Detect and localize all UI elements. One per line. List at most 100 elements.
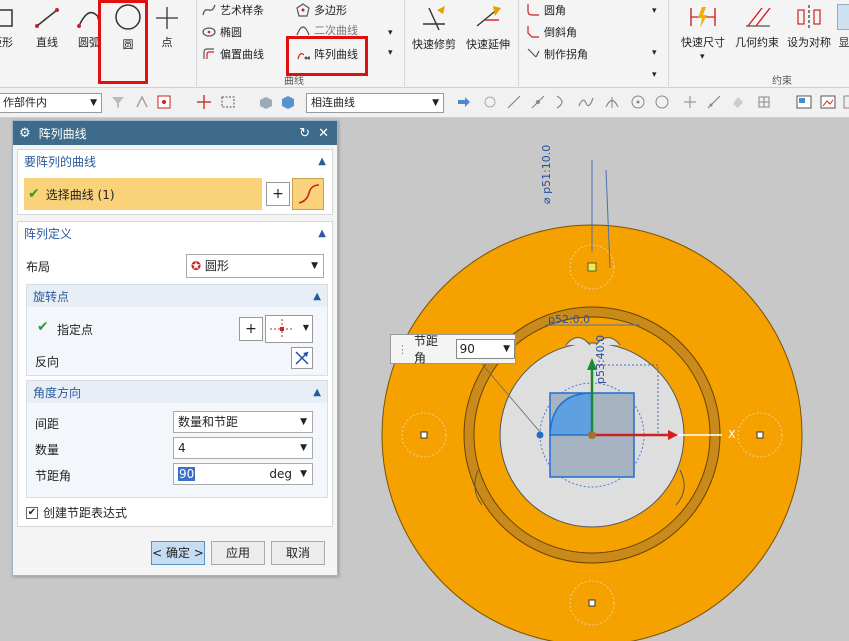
point-type-icon [270,319,294,339]
spline-group-expand[interactable]: ▾ [388,48,393,58]
add-selection-button[interactable]: + [266,182,290,206]
chevron-up-icon[interactable]: ▲ [313,291,321,302]
gear-icon[interactable]: ⚙ [19,126,31,141]
point-dialog-button[interactable]: + [239,317,263,341]
create-expression-row[interactable]: ✔ 创建节距表达式 [26,504,127,521]
cube-icon[interactable] [280,94,296,110]
snap-end-icon[interactable] [482,94,498,110]
snap-mid-icon[interactable] [530,94,546,110]
more-icon[interactable] [842,94,849,110]
chevron-up-icon[interactable]: ▲ [318,228,326,239]
chevron-up-icon[interactable]: ▲ [318,156,326,167]
curve-rule-value: 相连曲线 [311,96,355,109]
plus-cursor-icon: + [272,186,284,202]
dimension-p53-label[interactable]: p53:40.0 [594,335,607,384]
pattern-section-header[interactable]: 阵列定义 ▲ [18,222,332,244]
offset-curve-button[interactable]: 偏置曲线 [202,46,264,62]
quick-dimension-dropdown[interactable]: ▾ [700,52,705,62]
snap-cross-icon[interactable] [682,94,698,110]
fillet-button[interactable]: 圆角 [526,2,566,18]
pitch-angle-input[interactable]: 90 deg ▼ [173,463,313,485]
reset-icon[interactable]: ↻ [299,126,310,141]
snap-circle-icon[interactable] [654,94,670,110]
snap-center-icon[interactable] [630,94,646,110]
rotation-point-header[interactable]: 旋转点 ▲ [27,285,327,307]
snap-curve-icon[interactable] [578,94,594,110]
curves-section-header[interactable]: 要阵列的曲线 ▲ [18,150,332,172]
point-button[interactable]: 点 [152,6,182,50]
angle-direction-header[interactable]: 角度方向 ▲ [27,381,327,403]
dialog-title-bar[interactable]: ⚙ 阵列曲线 ↻ ✕ [13,121,337,145]
box-select-icon[interactable] [220,94,236,110]
angle-direction-subsection: 角度方向 ▲ 间距 数量和节距 ▼ 数量 4 ▼ 节距角 90 deg ▼ [26,380,328,498]
snap-line-icon[interactable] [506,94,522,110]
ok-button[interactable]: < 确定 > [151,541,205,565]
layout-select[interactable]: ✪ 圆形 ▼ [186,254,324,278]
curve-group-label: 曲线 [284,76,304,87]
close-icon[interactable]: ✕ [318,126,329,141]
line-icon [35,8,59,28]
art-spline-button[interactable]: 艺术样条 [202,2,264,18]
quick-extend-button[interactable]: 快速延伸 [462,4,514,52]
spline-group-more[interactable]: ▾ [388,28,393,38]
select-point-icon[interactable] [156,94,172,110]
crosshair-icon[interactable] [196,94,212,110]
quick-trim-button[interactable]: 快速修剪 [408,4,460,52]
curve-type-button[interactable] [292,178,324,210]
set-symmetric-label: 设为对称 [787,36,831,49]
line-label: 直线 [36,36,58,49]
view-icon[interactable] [796,94,812,110]
ellipse-label: 椭圆 [220,26,242,39]
pitch-popup-input[interactable]: 90 ▼ [455,339,515,359]
ellipse-button[interactable]: 椭圆 [202,24,242,40]
arrow-right-icon[interactable] [456,94,472,110]
dimension-p52-label[interactable]: p52:0.0 [548,313,590,326]
create-expression-checkbox[interactable]: ✔ [26,506,38,519]
hole-center-bottom [588,599,596,607]
snap-face-icon[interactable] [730,94,746,110]
rectangle-label: 矩形 [0,36,13,49]
geometric-constraint-button[interactable]: 几何约束 [730,4,784,50]
select-curve-row[interactable]: ✔ 选择曲线 (1) [24,178,262,210]
count-input[interactable]: 4 ▼ [173,437,313,459]
quick-dimension-button[interactable]: 快速尺寸 [676,4,730,50]
set-symmetric-button[interactable]: 设为对称 [784,4,834,50]
apply-button[interactable]: 应用 [211,541,265,565]
scope-select[interactable]: 作部件内 ▼ [0,93,102,113]
point-type-select[interactable]: ▼ [265,315,313,343]
display-button[interactable]: 显 [834,4,849,50]
corner-group-more[interactable]: ▾ [652,6,657,16]
snap-grid-icon[interactable] [756,94,772,110]
snap-tangent-icon[interactable] [554,94,570,110]
cancel-button[interactable]: 取消 [271,541,325,565]
snap-icon[interactable] [134,94,150,110]
line-button[interactable]: 直线 [30,6,64,50]
image-icon[interactable] [820,94,836,110]
corner-group-more2[interactable]: ▾ [652,70,657,80]
snap-on-curve-icon[interactable] [706,94,722,110]
chevron-up-icon[interactable]: ▲ [313,387,321,398]
curve-rule-select[interactable]: 相连曲线 ▼ [306,93,444,113]
make-corner-button[interactable]: 制作拐角 [526,46,588,62]
corner-group-expand[interactable]: ▾ [652,48,657,58]
polygon-button[interactable]: 多边形 [296,2,347,18]
display-label: 显 [838,36,849,49]
quick-extend-icon [476,6,501,27]
spacing-select[interactable]: 数量和节距 ▼ [173,411,313,433]
dimension-p51-label[interactable]: ⌀ p51:10.0 [540,145,553,204]
quick-dimension-label: 快速尺寸 [681,36,725,49]
circle-layout-icon: ✪ [191,259,202,273]
snap-quadrant-icon[interactable] [604,94,620,110]
rectangle-button[interactable]: 矩形 [0,6,18,50]
filter-icon[interactable] [110,94,126,110]
popup-grip-icon: ⋮ [397,342,408,356]
count-value: 4 [178,441,186,455]
solid-icon[interactable] [258,94,274,110]
chevron-down-icon: ▼ [90,98,97,108]
rotation-point-subsection: 旋转点 ▲ ✔ 指定点 + ▼ 反向 [26,284,328,376]
chamfer-button[interactable]: 倒斜角 [526,24,577,40]
pattern-curve-dialog: ⚙ 阵列曲线 ↻ ✕ 要阵列的曲线 ▲ ✔ 选择曲线 (1) + 阵列定义 ▲ … [12,120,338,576]
chamfer-label: 倒斜角 [544,26,577,39]
polygon-label: 多边形 [314,4,347,17]
reverse-direction-button[interactable] [291,347,313,369]
